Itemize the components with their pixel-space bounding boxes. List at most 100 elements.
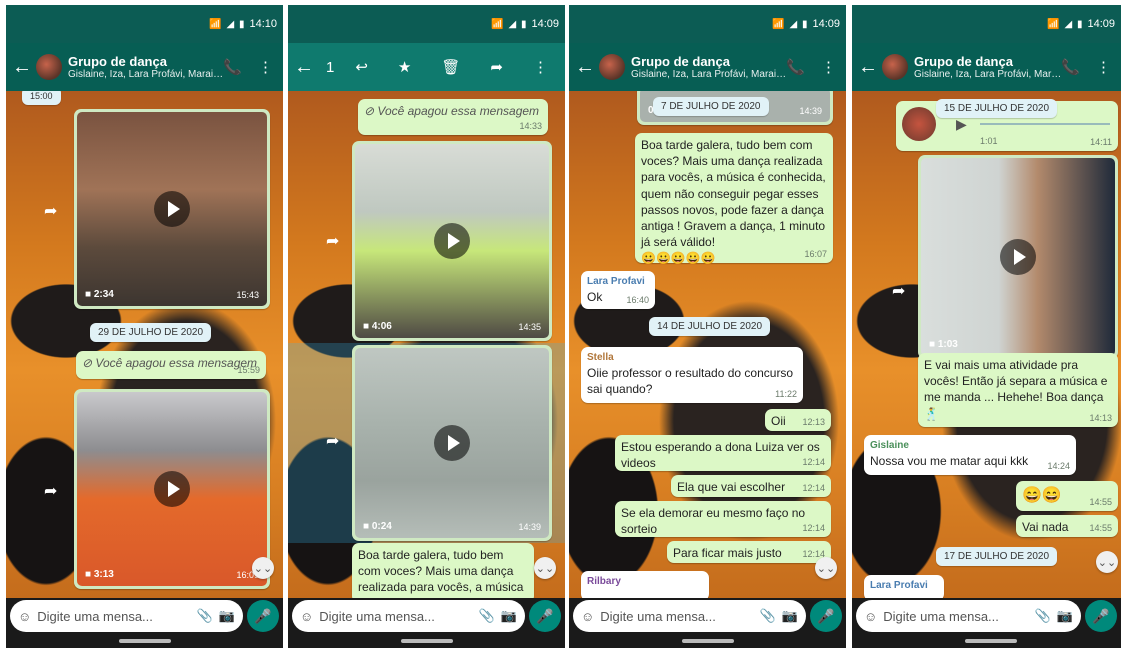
home-handle[interactable] bbox=[965, 639, 1017, 643]
home-handle[interactable] bbox=[401, 639, 453, 643]
message-input[interactable]: ☺ Digite uma mensa... 📎 📷 bbox=[292, 600, 525, 632]
mic-button[interactable]: 🎤 bbox=[810, 600, 842, 632]
attach-icon[interactable]: 📎 bbox=[197, 608, 213, 624]
camera-icon[interactable]: 📷 bbox=[501, 608, 517, 624]
date-separator: 7 DE JULHO DE 2020 bbox=[653, 97, 769, 116]
text-message[interactable]: Ela que vai escolher 12:14 bbox=[671, 475, 831, 497]
message-input[interactable]: ☺ Digite uma mensa... 📎 📷 bbox=[573, 600, 806, 632]
attach-icon[interactable]: 📎 bbox=[479, 608, 495, 624]
chat-area[interactable]: ▶ 1:01 14:11 15 DE JULHO DE 2020 ■ 1:03 … bbox=[852, 91, 1121, 598]
play-icon[interactable] bbox=[434, 223, 470, 259]
more-options-icon[interactable]: ⋮ bbox=[533, 58, 548, 76]
date-separator: 29 DE JULHO DE 2020 bbox=[90, 323, 212, 342]
scroll-down-icon[interactable]: ⌄⌄ bbox=[252, 557, 274, 579]
home-handle[interactable] bbox=[119, 639, 171, 643]
chat-title-block[interactable]: Grupo de dança Gislaine, Iza, Lara Profá… bbox=[914, 54, 1061, 80]
forward-icon[interactable]: ➦ bbox=[44, 481, 57, 501]
play-icon[interactable] bbox=[1000, 239, 1036, 275]
status-bar: 📶 ◢ ▮ 14:09 bbox=[569, 5, 846, 43]
emoji-icon[interactable]: ☺ bbox=[300, 609, 313, 624]
incoming-message[interactable]: Lara Profavi Ok 16:40 bbox=[581, 271, 655, 309]
chat-area[interactable]: ⊘ Você apagou essa mensagem 14:33 ■ 4:06… bbox=[288, 91, 565, 598]
mic-button[interactable]: 🎤 bbox=[247, 600, 279, 632]
home-handle[interactable] bbox=[682, 639, 734, 643]
mic-button[interactable]: 🎤 bbox=[1085, 600, 1117, 632]
forward-icon[interactable]: ➦ bbox=[490, 58, 503, 76]
mic-button[interactable]: 🎤 bbox=[529, 600, 561, 632]
play-icon[interactable] bbox=[154, 191, 190, 227]
forward-icon[interactable]: ➦ bbox=[326, 231, 339, 251]
star-icon[interactable]: ★ bbox=[398, 58, 411, 76]
deleted-message[interactable]: ⊘ Você apagou essa mensagem 14:33 bbox=[358, 99, 548, 135]
video-message[interactable]: ■ 1:03 bbox=[918, 155, 1118, 359]
text-message[interactable]: Para ficar mais justo 12:14 bbox=[667, 541, 831, 563]
attach-icon[interactable]: 📎 bbox=[760, 608, 776, 624]
forward-icon[interactable]: ➦ bbox=[326, 431, 339, 451]
scroll-down-icon[interactable]: ⌄⌄ bbox=[1096, 551, 1118, 573]
more-options-icon[interactable]: ⋮ bbox=[821, 58, 836, 76]
incoming-message[interactable]: Rilbary bbox=[581, 571, 709, 598]
scroll-down-icon[interactable]: ⌄⌄ bbox=[534, 557, 556, 579]
text-message[interactable]: Se ela demorar eu mesmo faço no sorteio … bbox=[615, 501, 831, 537]
delete-icon[interactable]: 🗑 bbox=[441, 58, 460, 76]
forward-icon[interactable]: ➦ bbox=[44, 201, 57, 221]
play-icon[interactable] bbox=[154, 471, 190, 507]
message-input[interactable]: ☺ Digite uma mensa... 📎 📷 bbox=[10, 600, 243, 632]
group-avatar[interactable] bbox=[882, 54, 908, 80]
text-message[interactable]: Boa tarde galera, tudo bem com voces? Ma… bbox=[635, 133, 833, 266]
back-arrow-icon[interactable]: ← bbox=[575, 56, 597, 79]
text-message[interactable]: Estou esperando a dona Luiza ver os vide… bbox=[615, 435, 831, 471]
input-placeholder: Digite uma mensa... bbox=[600, 608, 716, 624]
message-time: 14:39 bbox=[518, 522, 541, 532]
more-options-icon[interactable]: ⋮ bbox=[1096, 58, 1111, 76]
video-message[interactable]: ■ 4:06 14:35 bbox=[352, 141, 552, 341]
camera-icon[interactable]: 📷 bbox=[782, 608, 798, 624]
message-emoji: 😀😀😀😀😀 bbox=[641, 251, 716, 266]
date-separator: 15 DE JULHO DE 2020 bbox=[936, 99, 1058, 118]
back-arrow-icon[interactable]: ← bbox=[294, 56, 316, 79]
video-message[interactable]: ■ 3:13 16:09 bbox=[74, 389, 270, 589]
message-time: 14:33 bbox=[519, 120, 542, 131]
back-arrow-icon[interactable]: ← bbox=[858, 56, 880, 79]
group-avatar[interactable] bbox=[36, 54, 62, 80]
incoming-message[interactable]: Stella Oiie professor o resultado do con… bbox=[581, 347, 803, 403]
message-input[interactable]: ☺ Digite uma mensa... 📎 📷 bbox=[856, 600, 1081, 632]
incoming-message[interactable]: Gislaine Nossa vou me matar aqui kkk 14:… bbox=[864, 435, 1076, 475]
play-icon[interactable] bbox=[434, 425, 470, 461]
forward-icon[interactable]: ➦ bbox=[892, 281, 905, 301]
add-call-icon[interactable]: 📞 bbox=[1061, 58, 1080, 76]
chat-area[interactable]: 0:24 14:39 7 DE JULHO DE 2020 Boa tarde … bbox=[569, 91, 846, 598]
camera-icon[interactable]: 📷 bbox=[1057, 608, 1073, 624]
text-message[interactable]: Vai nada 14:55 bbox=[1016, 515, 1118, 537]
message-time: 12:14 bbox=[802, 456, 825, 467]
chat-title-block[interactable]: Grupo de dança Gislaine, Iza, Lara Profá… bbox=[631, 54, 786, 80]
status-bar: 📶 ◢ ▮ 14:09 bbox=[288, 5, 565, 43]
scroll-down-icon[interactable]: ⌄⌄ bbox=[815, 557, 837, 579]
attach-icon[interactable]: 📎 bbox=[1035, 608, 1051, 624]
chat-title: Grupo de dança bbox=[914, 54, 1013, 69]
emoji-icon[interactable]: ☺ bbox=[864, 609, 877, 624]
message-time: 14:11 bbox=[1090, 136, 1112, 147]
emoji-icon[interactable]: ☺ bbox=[581, 609, 594, 624]
chat-area[interactable]: 15:00 ■ 2:34 15:43 ➦ 29 DE JULHO DE 2020… bbox=[6, 91, 283, 598]
video-message[interactable]: ■ 2:34 15:43 bbox=[74, 109, 270, 309]
text-message[interactable]: 😄😄 14:55 bbox=[1016, 481, 1118, 511]
add-call-icon[interactable]: 📞 bbox=[786, 58, 805, 76]
message-text: Oiie professor o resultado do concurso s… bbox=[587, 365, 794, 396]
incoming-message[interactable]: Lara Profavi bbox=[864, 575, 944, 598]
group-avatar[interactable] bbox=[599, 54, 625, 80]
audio-progress[interactable] bbox=[980, 123, 1110, 125]
deleted-message[interactable]: ⊘ Você apagou essa mensagem 15:59 bbox=[76, 351, 266, 379]
emoji-icon[interactable]: ☺ bbox=[18, 609, 31, 624]
video-message-selected[interactable]: ■ 0:24 14:39 bbox=[352, 345, 552, 541]
reply-icon[interactable]: ↩ bbox=[355, 58, 368, 76]
chat-title-block[interactable]: Grupo de dança Gislaine, Iza, Lara Profá… bbox=[68, 54, 223, 80]
text-message[interactable]: Oii 12:13 bbox=[765, 409, 831, 431]
more-options-icon[interactable]: ⋮ bbox=[258, 58, 273, 76]
text-message[interactable]: Boa tarde galera, tudo bem com voces? Ma… bbox=[352, 543, 534, 598]
sender-name: Gislaine bbox=[870, 440, 909, 451]
add-call-icon[interactable]: 📞 bbox=[223, 58, 242, 76]
camera-icon[interactable]: 📷 bbox=[219, 608, 235, 624]
text-message[interactable]: E vai mais uma atividade pra vocês! Entã… bbox=[918, 353, 1118, 427]
back-arrow-icon[interactable]: ← bbox=[12, 56, 34, 79]
